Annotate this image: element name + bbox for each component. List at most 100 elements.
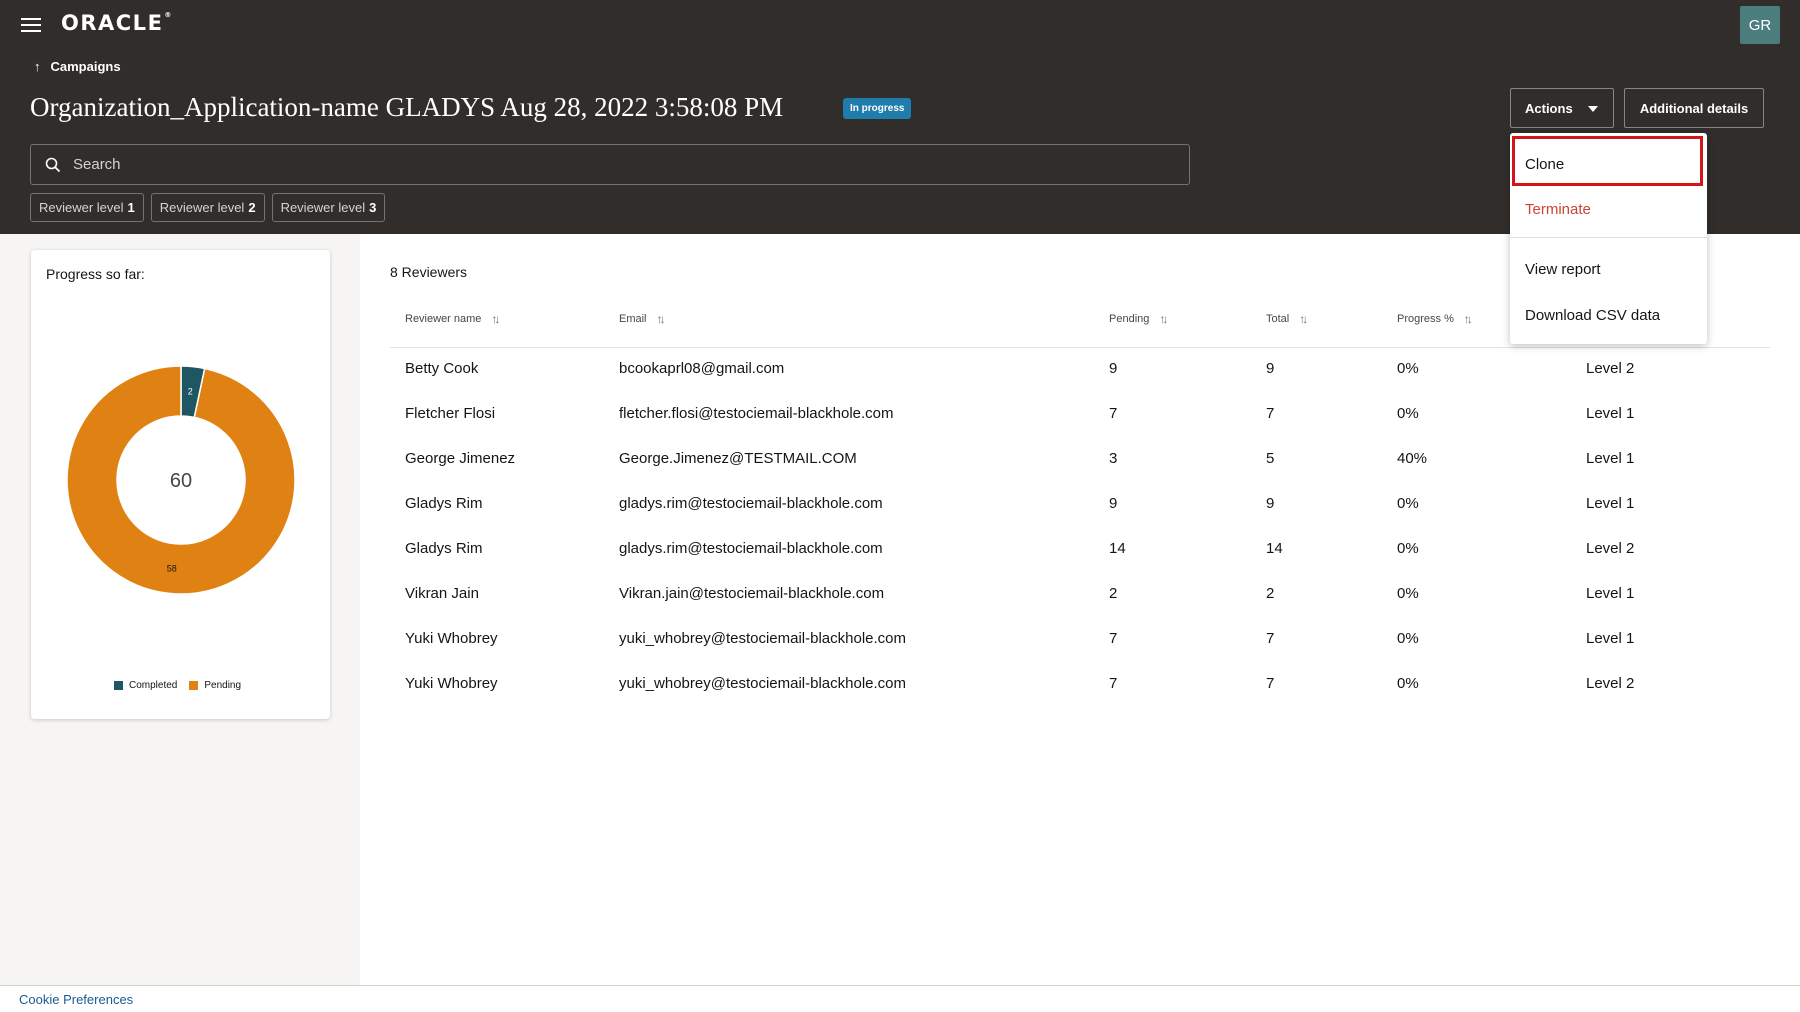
cookie-preferences-link[interactable]: Cookie Preferences (19, 992, 133, 1007)
cell-total: 7 (1266, 675, 1275, 692)
progress-donut-chart: 2 58 60 (66, 365, 296, 595)
sort-icon: ↑↓ (1159, 312, 1168, 326)
cell-email: gladys.rim@testociemail-blackhole.com (619, 495, 883, 512)
menu-item-view-report[interactable]: View report (1510, 249, 1707, 289)
cell-email: bcookaprl08@gmail.com (619, 360, 785, 377)
donut-slice-pending-label: 58 (167, 564, 177, 574)
table-row[interactable]: Gladys Rim gladys.rim@testociemail-blackh… (390, 540, 1770, 585)
cell-email: George.Jimenez@TESTMAIL.COM (619, 450, 857, 467)
cell-reviewer-name: Fletcher Flosi (405, 405, 496, 422)
actions-button-label: Actions (1525, 100, 1573, 116)
cell-total: 9 (1266, 495, 1275, 512)
cell-total: 7 (1266, 405, 1275, 422)
menu-item-clone[interactable]: Clone (1510, 144, 1707, 184)
cell-total: 7 (1266, 630, 1275, 647)
donut-slice-completed-label: 2 (188, 386, 193, 396)
progress-card: Progress so far: 2 58 60 Completed Pending (31, 250, 330, 719)
cell-level: Level 2 (1586, 360, 1635, 377)
filter-reviewer-level-3[interactable]: Reviewer level 3 (271, 193, 386, 222)
table-row[interactable]: Betty Cook bcookaprl08@gmail.com 9 9 0% Level… (390, 360, 1770, 405)
cell-email: Vikran.jain@testociemail-blackhole.com (619, 585, 885, 602)
footer: Cookie Preferences (0, 985, 1800, 1012)
cell-progress: 0% (1397, 630, 1419, 647)
cell-level: Level 1 (1586, 450, 1635, 467)
cell-level: Level 1 (1586, 495, 1635, 512)
breadcrumb[interactable]: ↑ Campaigns (34, 59, 121, 74)
filter-reviewer-level-2[interactable]: Reviewer level 2 (150, 193, 265, 222)
table-row[interactable]: Fletcher Flosi fletcher.flosi@testociemai… (390, 405, 1770, 450)
column-header-email[interactable]: Email ↑↓ (619, 312, 666, 326)
caret-down-icon (1588, 106, 1598, 112)
actions-button[interactable]: Actions (1510, 88, 1614, 128)
cell-progress: 0% (1397, 495, 1419, 512)
page-title: Organization_Application-name GLADYS Aug… (30, 92, 784, 122)
search-input[interactable] (73, 156, 1153, 173)
cell-email: fletcher.flosi@testociemail-blackhole.co… (619, 405, 894, 422)
progress-title: Progress so far: (46, 266, 145, 282)
cell-pending: 7 (1109, 630, 1118, 647)
cell-pending: 14 (1109, 540, 1126, 557)
hamburger-menu-icon[interactable] (21, 18, 41, 32)
arrow-up-icon: ↑ (34, 59, 41, 74)
cell-level: Level 1 (1586, 585, 1635, 602)
reviewer-level-filters: Reviewer level 1 Reviewer level 2 Reviewer… (30, 193, 386, 222)
cell-pending: 7 (1109, 405, 1118, 422)
cell-total: 5 (1266, 450, 1275, 467)
cell-reviewer-name: Vikran Jain (405, 585, 479, 602)
column-header-reviewer-name[interactable]: Reviewer name ↑↓ (405, 312, 500, 326)
column-header-total[interactable]: Total ↑↓ (1266, 312, 1308, 326)
cell-progress: 40% (1397, 450, 1428, 467)
chart-legend: Completed Pending (114, 680, 241, 691)
cell-total: 14 (1266, 540, 1283, 557)
search-box[interactable] (30, 144, 1190, 185)
donut-center-total: 60 (170, 470, 192, 492)
table-row[interactable]: Gladys Rim gladys.rim@testociemail-blackh… (390, 495, 1770, 540)
cell-level: Level 2 (1586, 675, 1635, 692)
table-row[interactable]: Vikran Jain Vikran.jain@testociemail-blac… (390, 585, 1770, 630)
table-row[interactable]: George Jimenez George.Jimenez@TESTMAIL.CO… (390, 450, 1770, 495)
cell-email: gladys.rim@testociemail-blackhole.com (619, 540, 883, 557)
status-badge: In progress (843, 98, 912, 119)
cell-progress: 0% (1397, 675, 1419, 692)
cell-reviewer-name: Gladys Rim (405, 540, 483, 557)
cell-email: yuki_whobrey@testociemail-blackhole.com (619, 675, 907, 692)
cell-reviewer-name: Betty Cook (405, 360, 479, 377)
breadcrumb-campaigns[interactable]: Campaigns (51, 59, 121, 74)
cell-pending: 2 (1109, 585, 1118, 602)
table-row[interactable]: Yuki Whobrey yuki_whobrey@testociemail-bl… (390, 630, 1770, 675)
menu-divider (1510, 237, 1707, 238)
cell-reviewer-name: Yuki Whobrey (405, 630, 498, 647)
menu-item-terminate[interactable]: Terminate (1510, 189, 1707, 229)
oracle-logo: ORACLE® (61, 11, 173, 35)
actions-dropdown-menu: Clone Terminate View report Download CSV… (1510, 133, 1707, 344)
search-icon (45, 157, 61, 172)
sort-icon: ↑↓ (1299, 312, 1308, 326)
menu-item-download-csv[interactable]: Download CSV data (1510, 295, 1707, 335)
legend-item-completed: Completed (114, 680, 177, 691)
column-header-progress[interactable]: Progress % ↑↓ (1397, 312, 1473, 326)
cell-pending: 9 (1109, 360, 1118, 377)
column-header-pending[interactable]: Pending ↑↓ (1109, 312, 1168, 326)
cell-pending: 3 (1109, 450, 1118, 467)
additional-details-button[interactable]: Additional details (1624, 88, 1764, 128)
cell-email: yuki_whobrey@testociemail-blackhole.com (619, 630, 907, 647)
cell-level: Level 1 (1586, 405, 1635, 422)
cell-progress: 0% (1397, 405, 1419, 422)
sort-icon: ↑↓ (1463, 312, 1473, 326)
cell-reviewer-name: Gladys Rim (405, 495, 483, 512)
reviewers-panel: 8 Reviewers Reviewer name ↑↓ Email ↑↓ Pend… (360, 234, 1800, 985)
user-avatar[interactable]: GR (1740, 6, 1780, 44)
sort-icon: ↑↓ (491, 312, 500, 326)
cell-total: 2 (1266, 585, 1275, 602)
cell-pending: 7 (1109, 675, 1118, 692)
table-row[interactable]: Yuki Whobrey yuki_whobrey@testociemail-bl… (390, 675, 1770, 720)
cell-progress: 0% (1397, 540, 1419, 557)
cell-reviewer-name: Yuki Whobrey (405, 675, 498, 692)
legend-item-pending: Pending (189, 680, 241, 691)
cell-progress: 0% (1397, 360, 1419, 377)
cell-level: Level 2 (1586, 540, 1635, 557)
cell-progress: 0% (1397, 585, 1419, 602)
reviewer-count: 8 Reviewers (390, 264, 468, 280)
cell-total: 9 (1266, 360, 1275, 377)
filter-reviewer-level-1[interactable]: Reviewer level 1 (30, 193, 144, 222)
